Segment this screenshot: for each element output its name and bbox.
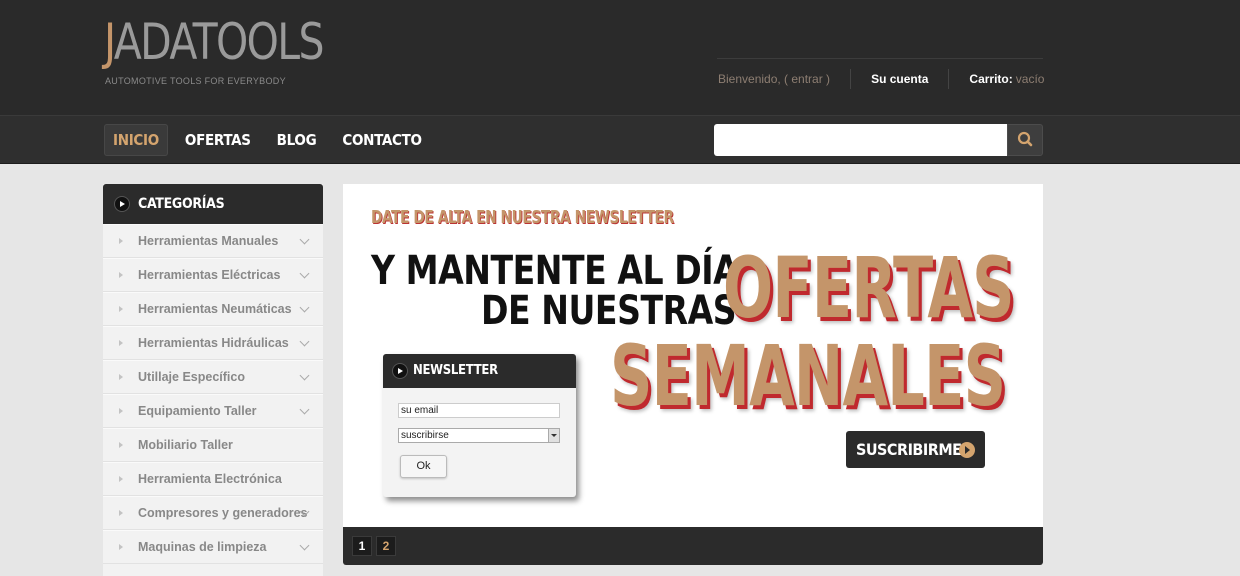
play-icon xyxy=(114,196,130,212)
chevron-down-icon[interactable] xyxy=(299,370,310,381)
user-links: Bienvenido, ( entrar ) Su cuenta Carrito… xyxy=(718,69,1044,89)
arrow-right-icon xyxy=(119,272,123,278)
arrow-right-icon xyxy=(119,476,123,482)
arrow-right-icon xyxy=(119,238,123,244)
cart-label[interactable]: Carrito: xyxy=(969,72,1012,86)
login-link[interactable]: Bienvenido, ( entrar ) xyxy=(718,72,830,86)
play-icon xyxy=(959,442,975,458)
divider xyxy=(948,69,950,89)
navbar: INICIO OFERTAS BLOG CONTACTO xyxy=(0,115,1240,164)
newsletter-widget: NEWSLETTER suscribirse Ok xyxy=(383,354,576,497)
category-item[interactable]: Herramientas Manuales xyxy=(103,224,323,258)
search-icon xyxy=(1017,131,1033,147)
chevron-down-icon[interactable] xyxy=(299,540,310,551)
category-item[interactable]: Maquinas de limpieza xyxy=(103,530,323,564)
subscribe-button[interactable]: SUSCRIBIRME xyxy=(846,431,985,468)
slider-pager: 1 2 xyxy=(343,527,1043,565)
chevron-down-icon[interactable] xyxy=(299,302,310,313)
ok-button[interactable]: Ok xyxy=(400,455,447,478)
category-label: Utillaje Específico xyxy=(138,370,245,384)
category-item[interactable]: Herramientas Hidráulicas xyxy=(103,326,323,360)
category-list: Herramientas Manuales Herramientas Eléct… xyxy=(103,224,323,564)
chevron-down-icon[interactable] xyxy=(299,336,310,347)
arrow-right-icon xyxy=(119,306,123,312)
sidebar-header: CATEGORÍAS xyxy=(103,184,323,224)
tagline: AUTOMOTIVE TOOLS FOR EVERYBODY xyxy=(105,76,286,86)
promo-banner[interactable]: DATE DE ALTA EN NUESTRA NEWSLETTER Y MAN… xyxy=(343,184,1043,527)
account-link[interactable]: Su cuenta xyxy=(871,72,928,86)
sidebar: CATEGORÍAS Herramientas Manuales Herrami… xyxy=(103,184,323,576)
search-button[interactable] xyxy=(1007,124,1043,156)
newsletter-header: NEWSLETTER xyxy=(383,354,576,388)
nav-item-blog[interactable]: BLOG xyxy=(268,124,326,156)
logo-j: J xyxy=(104,13,115,71)
chevron-down-icon[interactable] xyxy=(299,404,310,415)
banner-kicker: DATE DE ALTA EN NUESTRA NEWSLETTER xyxy=(371,207,674,228)
nav-item-ofertas[interactable]: OFERTAS xyxy=(176,124,260,156)
banner-ofertas: OFERTAS xyxy=(723,239,1015,337)
category-label: Herramientas Neumáticas xyxy=(138,302,292,316)
arrow-right-icon xyxy=(119,442,123,448)
category-label: Maquinas de limpieza xyxy=(138,540,267,554)
subscribe-label: SUSCRIBIRME xyxy=(856,440,962,459)
category-label: Mobiliario Taller xyxy=(138,438,233,452)
banner-semanales: SEMANALES xyxy=(610,327,1006,425)
page-2-button[interactable]: 2 xyxy=(376,536,396,556)
category-item[interactable]: Compresores y generadores xyxy=(103,496,323,530)
category-label: Compresores y generadores xyxy=(138,506,308,520)
category-item[interactable]: Herramientas Eléctricas xyxy=(103,258,323,292)
category-item[interactable]: Herramientas Neumáticas xyxy=(103,292,323,326)
search-input[interactable] xyxy=(714,124,1007,156)
category-label: Herramientas Eléctricas xyxy=(138,268,281,282)
category-item[interactable]: Herramienta Electrónica xyxy=(103,462,323,496)
chevron-down-icon[interactable] xyxy=(548,429,559,442)
search-bar xyxy=(714,124,1043,156)
arrow-right-icon xyxy=(119,510,123,516)
category-label: Equipamiento Taller xyxy=(138,404,257,418)
arrow-right-icon xyxy=(119,544,123,550)
category-label: Herramienta Electrónica xyxy=(138,472,282,486)
select-value: suscribirse xyxy=(401,430,449,441)
page-1-button[interactable]: 1 xyxy=(352,536,372,556)
cart-value[interactable]: vacío xyxy=(1016,72,1045,86)
divider xyxy=(717,58,1043,59)
category-item[interactable]: Mobiliario Taller xyxy=(103,428,323,462)
arrow-right-icon xyxy=(119,340,123,346)
newsletter-title: NEWSLETTER xyxy=(413,363,498,378)
play-icon xyxy=(392,363,408,379)
header: JADATOOLS AUTOMOTIVE TOOLS FOR EVERYBODY… xyxy=(0,0,1240,115)
arrow-right-icon xyxy=(119,374,123,380)
sidebar-title: CATEGORÍAS xyxy=(138,196,225,212)
logo[interactable]: JADATOOLS xyxy=(104,13,325,71)
category-item[interactable]: Utillaje Específico xyxy=(103,360,323,394)
divider xyxy=(850,69,852,89)
nav-item-inicio[interactable]: INICIO xyxy=(104,124,168,156)
arrow-right-icon xyxy=(119,408,123,414)
category-label: Herramientas Hidráulicas xyxy=(138,336,289,350)
email-field[interactable] xyxy=(398,403,560,418)
chevron-down-icon[interactable] xyxy=(299,234,310,245)
banner-headline-1: Y MANTENTE AL DÍA xyxy=(371,248,739,294)
chevron-down-icon[interactable] xyxy=(299,268,310,279)
logo-text: ADATOOLS xyxy=(113,13,325,71)
nav-item-contacto[interactable]: CONTACTO xyxy=(333,124,430,156)
banner-headline-2: DE NUESTRAS xyxy=(481,288,737,334)
category-item[interactable]: Equipamiento Taller xyxy=(103,394,323,428)
category-label: Herramientas Manuales xyxy=(138,234,279,248)
main-nav: INICIO OFERTAS BLOG CONTACTO xyxy=(104,124,439,156)
subscribe-select[interactable]: suscribirse xyxy=(398,428,560,443)
